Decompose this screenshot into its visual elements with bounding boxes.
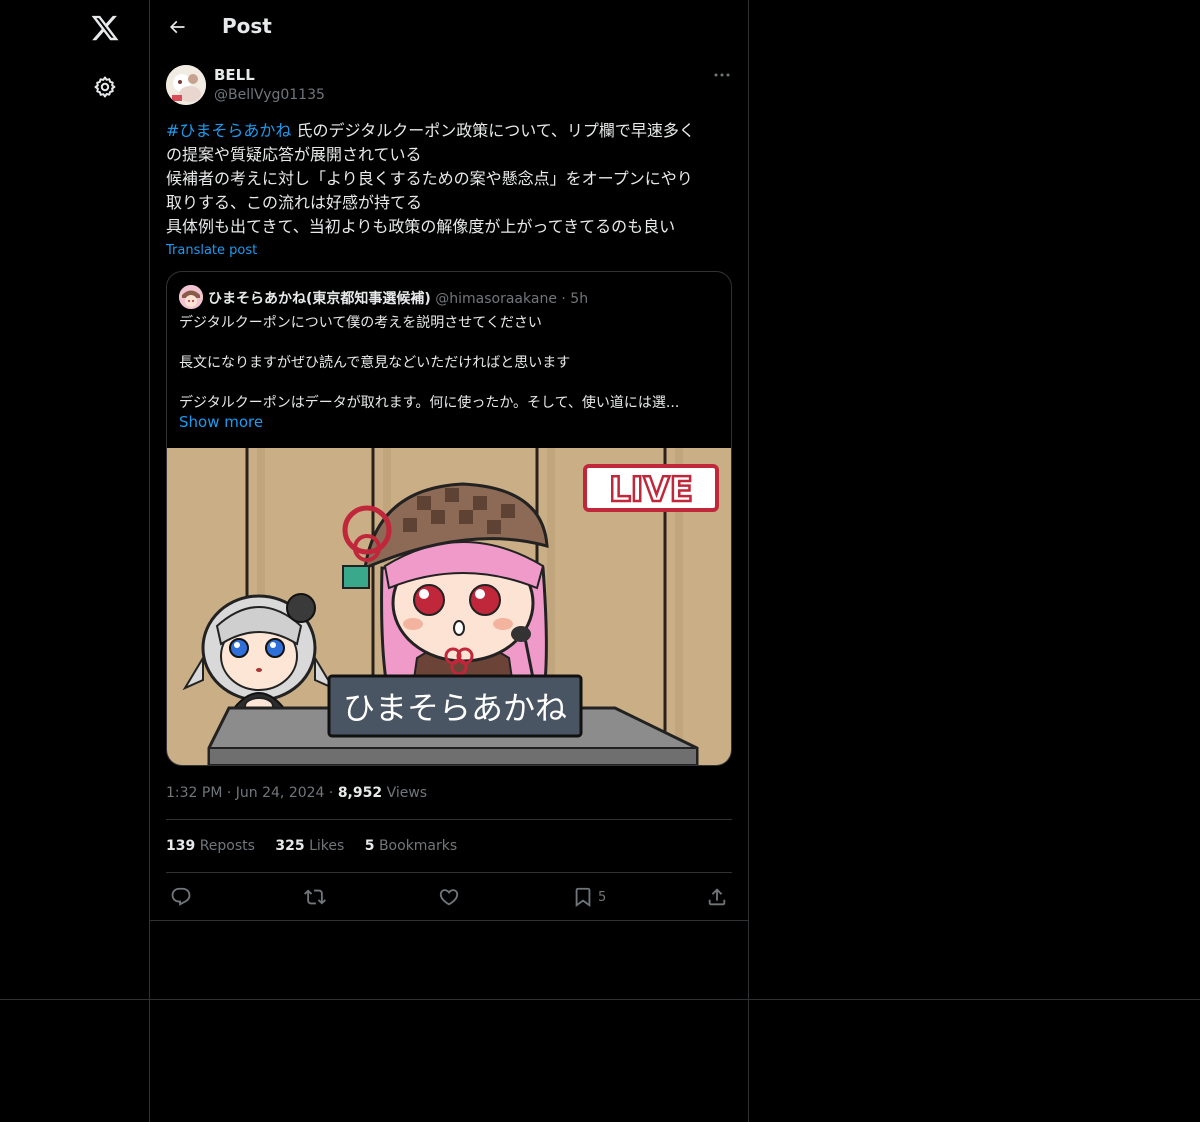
separator-dot: · [328, 785, 334, 801]
bookmarks-count: 5 [364, 838, 375, 854]
repost-icon [304, 889, 326, 905]
x-logo-icon[interactable] [90, 13, 120, 43]
post-date[interactable]: Jun 24, 2024 [236, 785, 325, 801]
divider [166, 872, 732, 873]
post-meta: 1:32 PM · Jun 24, 2024 · 8,952 Views [166, 785, 427, 801]
main-column-border [748, 0, 749, 1122]
views-count: 8,952 [337, 785, 383, 801]
post-time[interactable]: 1:32 PM [166, 785, 222, 801]
quote-paragraph: 長文になりますがぜひ読んで意見などいただければと思います [179, 355, 571, 371]
repost-button[interactable] [304, 885, 326, 909]
quote-header: ひまそらあかね(東京都知事選候補) @himasoraakane · 5h [208, 288, 588, 308]
reply-icon [171, 887, 191, 906]
bookmark-count: 5 [598, 889, 607, 905]
quote-paragraph: デジタルクーポンについて僕の考えを説明させてください [179, 315, 542, 331]
quote-timestamp[interactable]: 5h [570, 291, 588, 307]
live-sign-label: LIVE [609, 470, 693, 510]
post-text-line: 氏のデジタルクーポン政策について、リプ欄で早速多く [291, 121, 695, 140]
likes-count: 325 [275, 838, 305, 854]
quote-media-image[interactable]: LIVE ひまそらあかね [167, 448, 731, 765]
post-text-line: 具体例も出てきて、当初よりも政策の解像度が上がってきてるのも良い [166, 217, 676, 236]
like-icon [439, 889, 459, 906]
quote-author-handle[interactable]: @himasoraakane [435, 291, 557, 307]
more-icon [714, 73, 730, 77]
quote-paragraph: デジタルクーポンはデータが取れます。何に使ったか。そして、使い道には選... [179, 395, 680, 411]
quoted-post[interactable]: ひまそらあかね(東京都知事選候補) @himasoraakane · 5h デジ… [166, 271, 732, 766]
hashtag-link[interactable]: #ひまそらあかね [166, 121, 291, 140]
bookmarks-stat[interactable]: 5 Bookmarks [365, 838, 457, 854]
translate-post-link[interactable]: Translate post [166, 243, 257, 258]
bookmark-icon [575, 887, 591, 908]
views-label: Views [386, 785, 428, 801]
author-name[interactable]: BELL [214, 66, 255, 84]
post-bottom-divider [150, 920, 748, 921]
likes-stat[interactable]: 325 Likes [275, 838, 344, 854]
post-text-line: 取りする、この流れは好感が持てる [166, 193, 423, 212]
bottom-divider [0, 999, 1200, 1000]
separator-dot: · [561, 291, 566, 307]
more-button[interactable] [710, 66, 734, 84]
left-column-border [149, 0, 150, 1122]
quote-text: デジタルクーポンについて僕の考えを説明させてください 長文になりますがぜひ読んで… [179, 313, 719, 413]
reposts-count: 139 [166, 838, 196, 854]
likes-label: Likes [309, 838, 345, 854]
back-arrow-icon [169, 20, 185, 34]
bookmarks-label: Bookmarks [378, 838, 458, 854]
separator-dot: · [226, 785, 232, 801]
reposts-stat[interactable]: 139 Reposts [166, 838, 255, 854]
engagement-stats: 139 Reposts 325 Likes 5 Bookmarks [166, 838, 473, 854]
back-button[interactable] [164, 14, 190, 40]
like-button[interactable] [438, 885, 460, 909]
page-title: Post [222, 14, 272, 38]
show-more-link[interactable]: Show more [179, 413, 263, 431]
post-text-line: 候補者の考えに対し「より良くするための案や懸念点」をオープンにやり [166, 169, 693, 188]
quote-author-name[interactable]: ひまそらあかね(東京都知事選候補) [208, 291, 431, 307]
post-text-line: の提案や質疑応答が展開されている [166, 145, 422, 164]
post-text: #ひまそらあかね 氏のデジタルクーポン政策について、リプ欄で早速多く の提案や質… [166, 119, 736, 239]
bookmark-button[interactable]: 5 [572, 885, 606, 909]
reposts-label: Reposts [199, 838, 255, 854]
divider [166, 819, 732, 820]
avatar[interactable] [166, 65, 206, 105]
reply-button[interactable] [170, 885, 192, 909]
author-handle[interactable]: @BellVyg01135 [214, 87, 325, 103]
share-icon [708, 888, 726, 906]
share-button[interactable] [706, 885, 728, 909]
quote-avatar[interactable] [179, 285, 203, 309]
nameplate-label: ひまそらあかね [343, 689, 567, 727]
gear-icon[interactable] [93, 75, 117, 99]
